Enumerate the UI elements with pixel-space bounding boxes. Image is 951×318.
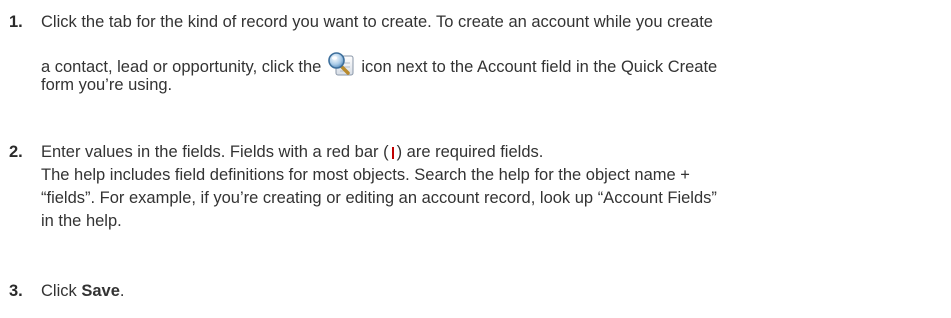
step-text: Enter values in the fields. Fields with …	[41, 143, 389, 161]
step-number: 2.	[9, 143, 23, 161]
step-body: Click Save.	[41, 280, 947, 303]
step-text-line: “fields”. For example, if you’re creatin…	[41, 189, 717, 207]
step-text-line: Enter values in the fields. Fields with …	[41, 141, 947, 164]
step-text-line: The help includes field definitions for …	[41, 166, 690, 184]
step-number: 3.	[9, 282, 23, 300]
step-text-line: Click Save.	[41, 280, 947, 303]
step-text: icon next to the Account field in the Qu…	[361, 58, 718, 76]
step-body: Click the tab for the kind of record you…	[41, 11, 947, 97]
required-field-bar-icon	[391, 147, 394, 159]
step-text: ) are required fields.	[396, 143, 544, 161]
lookup-magnifier-icon	[327, 51, 355, 77]
step-body: Enter values in the fields. Fields with …	[41, 141, 947, 233]
save-label: Save	[81, 282, 120, 300]
step-text-line: form you’re using.	[41, 76, 173, 94]
step-text: Click	[41, 282, 82, 300]
step-text: .	[119, 282, 125, 300]
step-text-line: a contact, lead or opportunity, click th…	[41, 51, 947, 77]
step-text-line: in the help.	[41, 212, 122, 230]
step-number: 1.	[9, 13, 23, 31]
step-text-line: Click the tab for the kind of record you…	[41, 13, 713, 31]
